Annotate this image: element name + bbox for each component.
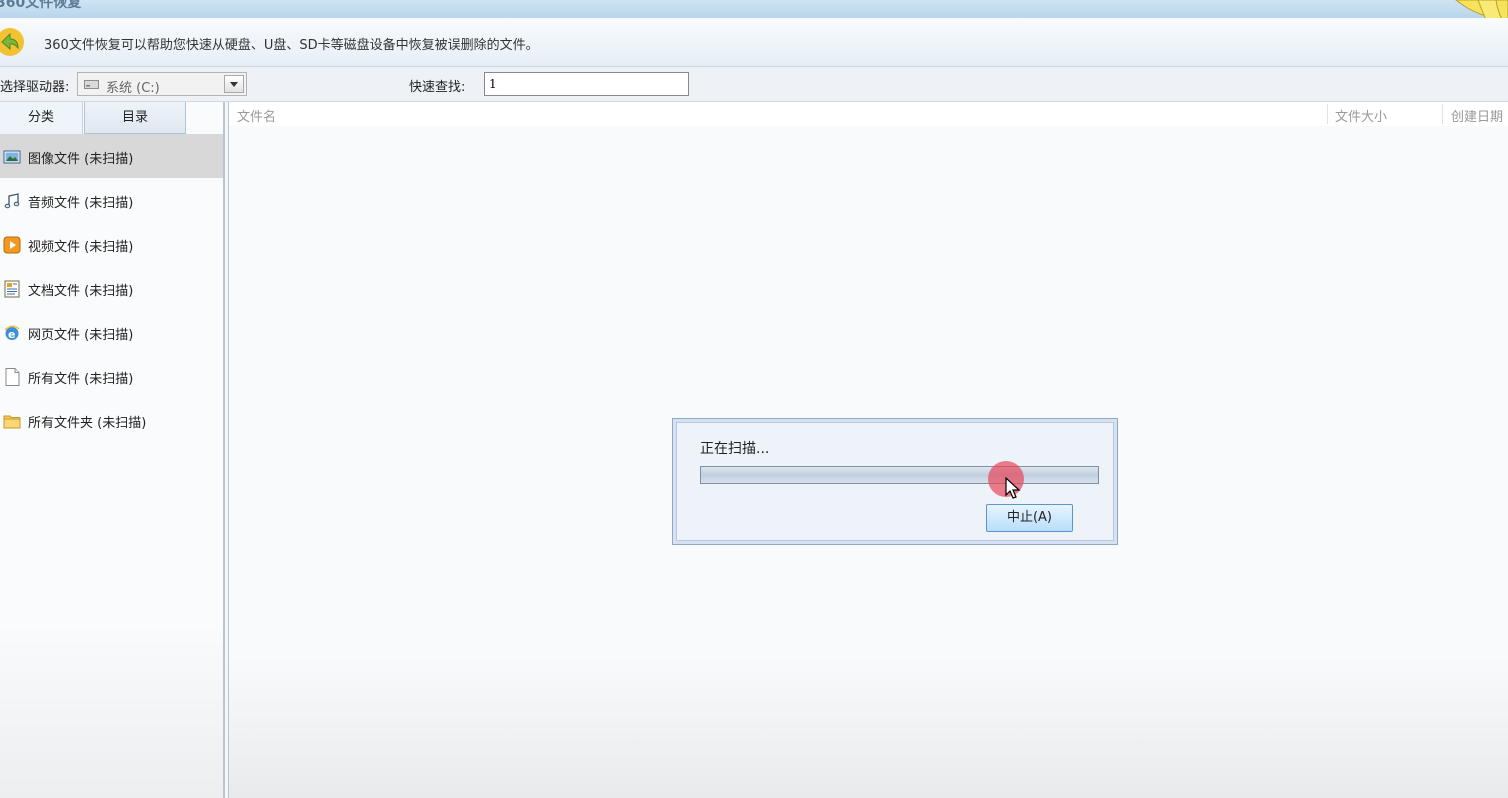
document-icon [3, 280, 21, 298]
column-header-filesize[interactable]: 文件大小 [1335, 106, 1387, 125]
panel-tabs: 分类 目录 [0, 102, 223, 134]
column-header-filename[interactable]: 文件名 [237, 106, 276, 125]
tab-category[interactable]: 分类 [0, 102, 83, 134]
dialog-body: 正在扫描... 中止(A) [676, 422, 1114, 541]
drive-select[interactable]: 系统 (C:) [77, 72, 247, 96]
category-item-audio[interactable]: 音频文件 (未扫描) [0, 178, 223, 222]
mouse-pointer-icon [1004, 476, 1022, 501]
svg-text:e: e [8, 328, 15, 341]
recovery-logo-icon [0, 26, 26, 58]
file-list-header: 文件名 文件大小 创建日期 [229, 102, 1508, 126]
column-divider[interactable] [1442, 104, 1443, 124]
video-play-icon [3, 236, 21, 254]
scan-status-text: 正在扫描... [700, 441, 770, 457]
chevron-down-icon[interactable] [224, 75, 244, 93]
scan-progress-bar [700, 466, 1099, 484]
scan-progress-dialog: 正在扫描... 中止(A) [672, 418, 1118, 545]
hard-disk-icon [84, 78, 99, 90]
tab-directory[interactable]: 目录 [84, 102, 186, 134]
category-label: 文档文件 (未扫描) [28, 284, 134, 299]
category-label: 视频文件 (未扫描) [28, 240, 134, 255]
info-banner: 360文件恢复可以帮助您快速从硬盘、U盘、SD卡等磁盘设备中恢复被误删除的文件。 [0, 18, 1508, 67]
quick-search-input[interactable] [484, 72, 689, 96]
column-divider[interactable] [1327, 104, 1328, 124]
category-label: 所有文件 (未扫描) [28, 372, 134, 387]
column-header-created-date[interactable]: 创建日期 [1451, 106, 1503, 125]
category-panel: 分类 目录 图像文件 (未扫描) 音频文件 (未扫描) 视频文件 (未扫描) 文… [0, 102, 225, 798]
image-icon [3, 148, 21, 166]
category-label: 所有文件夹 (未扫描) [28, 416, 147, 431]
category-item-all-files[interactable]: 所有文件 (未扫描) [0, 354, 223, 398]
quick-search-label: 快速查找: [409, 80, 466, 95]
category-item-all-folders[interactable]: 所有文件夹 (未扫描) [0, 398, 223, 442]
category-list: 图像文件 (未扫描) 音频文件 (未扫描) 视频文件 (未扫描) 文档文件 (未… [0, 134, 223, 442]
category-label: 图像文件 (未扫描) [28, 152, 134, 167]
abort-button[interactable]: 中止(A) [986, 504, 1073, 532]
ie-browser-icon: e [3, 324, 21, 342]
music-note-icon [3, 192, 21, 210]
blank-file-icon [3, 368, 21, 386]
folder-icon [3, 412, 21, 430]
category-item-documents[interactable]: 文档文件 (未扫描) [0, 266, 223, 310]
category-item-web[interactable]: e 网页文件 (未扫描) [0, 310, 223, 354]
category-item-video[interactable]: 视频文件 (未扫描) [0, 222, 223, 266]
drive-toolbar: 选择驱动器: 系统 (C:) 快速查找: [0, 67, 1508, 102]
category-item-images[interactable]: 图像文件 (未扫描) [0, 134, 223, 178]
drive-select-label: 选择驱动器: [0, 80, 70, 95]
window-title: 360文件恢复 [0, 0, 82, 11]
category-label: 音频文件 (未扫描) [28, 196, 134, 211]
drive-select-value: 系统 (C:) [106, 81, 160, 96]
title-bar: 360文件恢复 [0, 0, 1508, 18]
banner-description: 360文件恢复可以帮助您快速从硬盘、U盘、SD卡等磁盘设备中恢复被误删除的文件。 [44, 38, 539, 53]
category-label: 网页文件 (未扫描) [28, 328, 134, 343]
